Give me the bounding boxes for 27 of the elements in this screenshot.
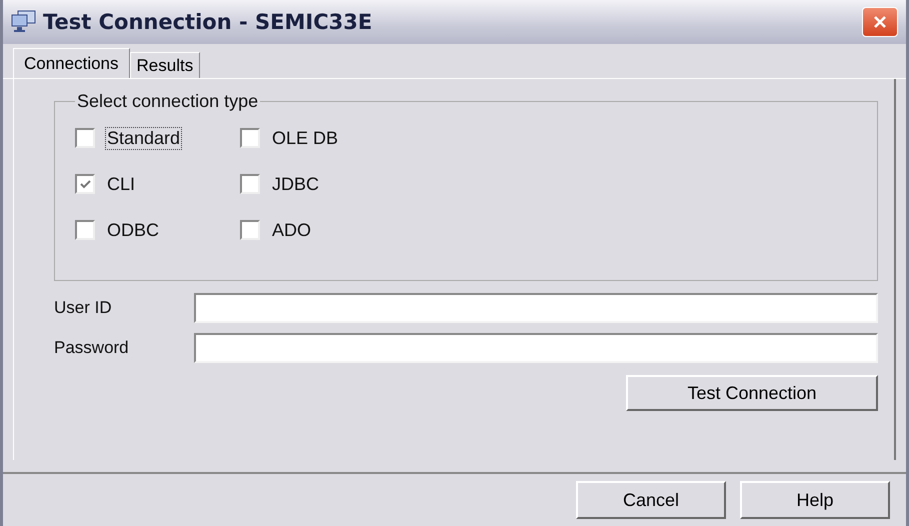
input-field[interactable] <box>194 293 878 323</box>
dialog-button[interactable]: Cancel <box>576 481 726 519</box>
checkbox[interactable] <box>240 174 260 194</box>
checkmark-icon <box>78 178 92 190</box>
checkbox-label[interactable]: Standard <box>105 126 182 150</box>
test-connection-button[interactable]: Test Connection <box>626 375 878 411</box>
checkbox-label[interactable]: OLE DB <box>270 126 340 150</box>
close-icon <box>872 14 888 30</box>
checkbox[interactable] <box>240 128 260 148</box>
field-label: User ID <box>54 298 113 318</box>
tab[interactable]: Results <box>130 52 200 78</box>
window-title: Test Connection - SEMIC33E <box>43 10 374 34</box>
checkbox-label[interactable]: ODBC <box>105 218 162 242</box>
checkbox[interactable] <box>75 128 95 148</box>
tab[interactable]: Connections <box>13 48 130 78</box>
checkbox[interactable] <box>75 174 95 194</box>
checkbox-label[interactable]: ADO <box>270 218 314 242</box>
field-label: Password <box>54 338 130 358</box>
dialog-button[interactable]: Help <box>740 481 890 519</box>
checkbox-label[interactable]: JDBC <box>270 172 322 196</box>
close-button[interactable] <box>862 7 898 37</box>
computer-icon <box>11 10 37 34</box>
input-field[interactable] <box>194 333 878 363</box>
checkbox-label[interactable]: CLI <box>105 172 138 196</box>
checkbox[interactable] <box>75 220 95 240</box>
group-legend: Select connection type <box>75 91 260 112</box>
checkbox[interactable] <box>240 220 260 240</box>
